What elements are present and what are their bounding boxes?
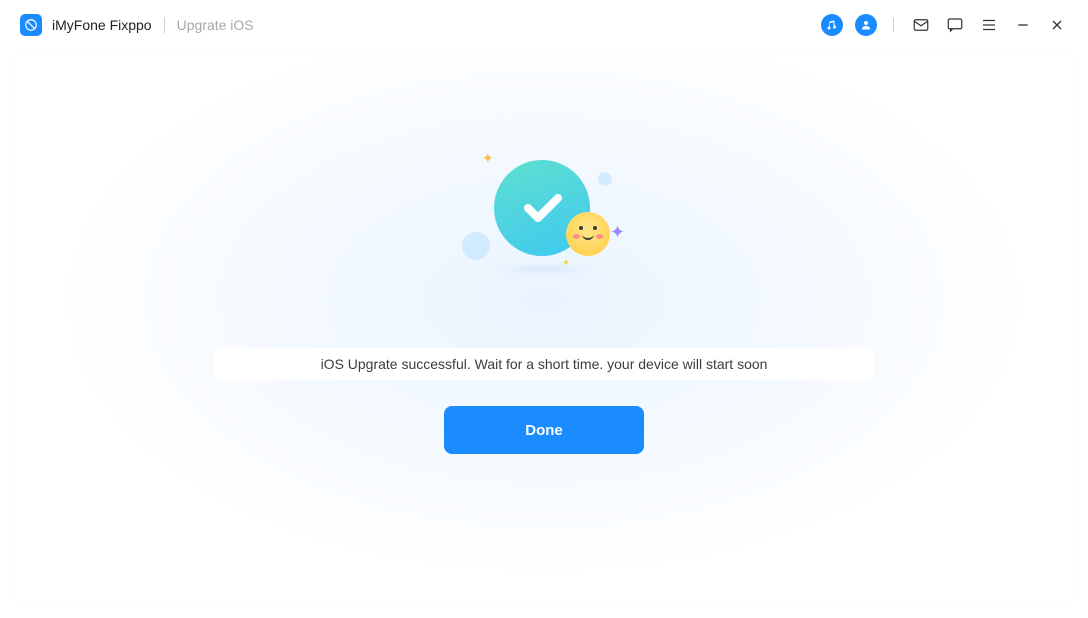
breadcrumb: Upgrate iOS	[177, 17, 254, 33]
mail-icon[interactable]	[910, 14, 932, 36]
app-logo-icon	[20, 14, 42, 36]
menu-icon[interactable]	[978, 14, 1000, 36]
sparkle-icon: ✦	[482, 150, 494, 167]
app-name: iMyFone Fixppo	[52, 17, 152, 33]
title-bar: iMyFone Fixppo Upgrate iOS	[0, 0, 1088, 50]
deco-dot-right	[598, 172, 612, 186]
deco-dot-left	[462, 232, 490, 260]
title-divider	[164, 17, 165, 33]
success-illustration: ✦ ✦ ✦	[454, 150, 634, 290]
account-icon[interactable]	[855, 14, 877, 36]
smiley-face-icon	[566, 212, 610, 256]
illustration-shadow	[494, 262, 594, 276]
sparkle-small-icon: ✦	[562, 258, 570, 269]
feedback-icon[interactable]	[944, 14, 966, 36]
close-icon[interactable]	[1046, 14, 1068, 36]
sparkle-purple-icon: ✦	[610, 222, 625, 243]
done-button[interactable]: Done	[444, 406, 644, 454]
action-divider	[893, 18, 894, 32]
music-icon[interactable]	[821, 14, 843, 36]
minimize-icon[interactable]	[1012, 14, 1034, 36]
status-message: iOS Upgrate successful. Wait for a short…	[214, 348, 874, 380]
title-bar-actions	[821, 14, 1068, 36]
content-area: ✦ ✦ ✦ iOS Upgrate successful. Wait for a…	[14, 50, 1074, 605]
